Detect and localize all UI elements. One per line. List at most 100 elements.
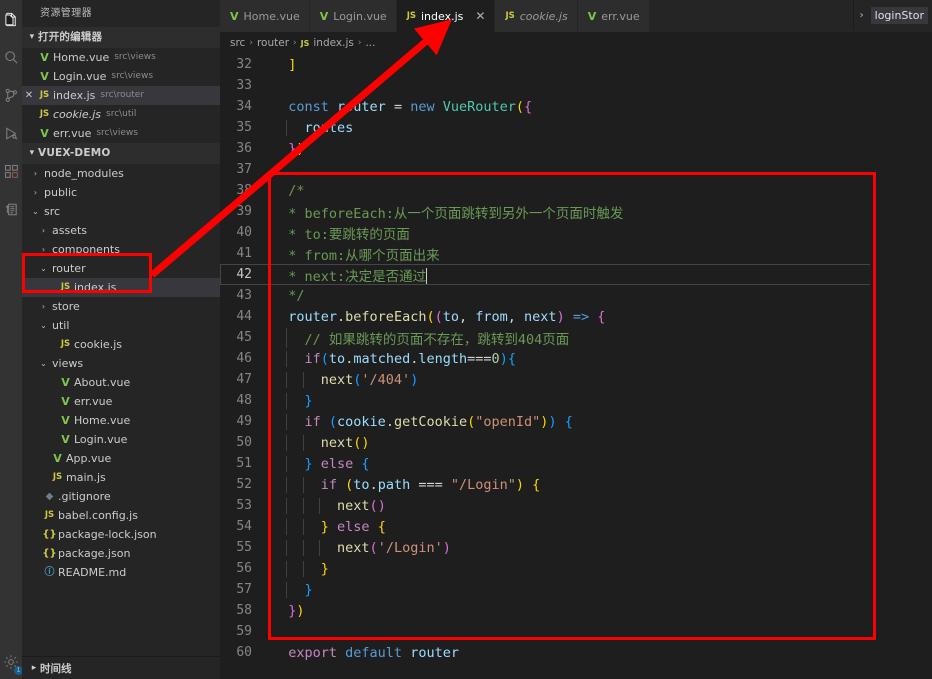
code-line-43[interactable]: 43 */ xyxy=(220,285,932,306)
code-line-45[interactable]: 45 // 如果跳转的页面不存在，跳转到404页面 xyxy=(220,327,932,348)
explorer-icon[interactable] xyxy=(0,0,22,38)
breadcrumb-item-0[interactable]: src xyxy=(230,37,245,49)
code-token: router xyxy=(410,644,459,661)
code-line-38[interactable]: 38 /* xyxy=(220,180,932,201)
tree-item-about-vue[interactable]: V About.vue xyxy=(22,373,220,392)
close-icon[interactable]: ✕ xyxy=(22,86,36,105)
code-line-49[interactable]: 49 if (cookie.getCookie("openId")) { xyxy=(220,411,932,432)
breadcrumb-item-3[interactable]: ... xyxy=(365,37,375,49)
code-line-42[interactable]: 42 * next:决定是否通过 xyxy=(220,264,932,285)
editor-scrollbar[interactable] xyxy=(918,54,932,679)
extensions-icon[interactable] xyxy=(0,152,22,190)
tab-cookie-js[interactable]: JS cookie.js xyxy=(495,0,578,32)
code-line-33[interactable]: 33 xyxy=(220,75,932,96)
code-line-text: } else { xyxy=(268,455,932,472)
tree-item-store[interactable]: › store xyxy=(22,297,220,316)
tree-item-home-vue[interactable]: V Home.vue xyxy=(22,411,220,430)
search-icon[interactable] xyxy=(0,38,22,76)
code-line-53[interactable]: 53 next() xyxy=(220,495,932,516)
tree-item-app-vue[interactable]: V App.vue xyxy=(22,449,220,468)
tree-item-package-lock-json[interactable]: {} package-lock.json xyxy=(22,525,220,544)
chevron-down-icon[interactable]: ⌄ xyxy=(38,354,49,373)
source-control-icon[interactable] xyxy=(0,76,22,114)
code-line-35[interactable]: 35 routes xyxy=(220,117,932,138)
code-line-48[interactable]: 48 } xyxy=(220,390,932,411)
tree-item-package-json[interactable]: {} package.json xyxy=(22,544,220,563)
tree-item-components[interactable]: › components xyxy=(22,240,220,259)
code-token: === xyxy=(467,350,492,367)
open-editors-header[interactable]: ▾ 打开的编辑器 xyxy=(22,27,220,48)
tab-login-vue[interactable]: V Login.vue xyxy=(309,0,397,32)
line-number: 44 xyxy=(236,309,252,324)
open-editor-item-index-js[interactable]: ✕ JS index.js src\router xyxy=(22,86,220,105)
code-line-51[interactable]: 51 } else { xyxy=(220,453,932,474)
code-line-41[interactable]: 41 * from:从哪个页面出来 xyxy=(220,243,932,264)
code-line-39[interactable]: 39 * beforeEach:从一个页面跳转到另外一个页面时触发 xyxy=(220,201,932,222)
breadcrumb-item-2[interactable]: index.js xyxy=(313,37,353,49)
code-line-57[interactable]: 57 } xyxy=(220,579,932,600)
tree-item-babel-config-js[interactable]: JS babel.config.js xyxy=(22,506,220,525)
code-line-52[interactable]: 52 if (to.path === "/Login") { xyxy=(220,474,932,495)
timeline-section[interactable]: ▸ 时间线 xyxy=(22,656,220,679)
tree-item-util[interactable]: ⌄ util xyxy=(22,316,220,335)
code-editor[interactable]: 32 ] 33 34 const router = new VueRouter({3… xyxy=(220,54,932,679)
chevron-right-icon[interactable]: › xyxy=(30,164,41,183)
remote-explorer-icon[interactable] xyxy=(0,190,22,228)
code-line-60[interactable]: 60 export default router xyxy=(220,642,932,663)
tree-item-public[interactable]: › public xyxy=(22,183,220,202)
tree-item-views[interactable]: ⌄ views xyxy=(22,354,220,373)
tab-index-js[interactable]: JS index.js ✕ xyxy=(396,0,496,32)
chevron-right-icon[interactable]: › xyxy=(30,183,41,202)
code-line-34[interactable]: 34 const router = new VueRouter({ xyxy=(220,96,932,117)
breadcrumb-separator: › xyxy=(293,38,297,48)
code-token: } xyxy=(272,140,297,157)
code-line-59[interactable]: 59 xyxy=(220,621,932,642)
tree-item-assets[interactable]: › assets xyxy=(22,221,220,240)
chevron-down-icon[interactable]: ⌄ xyxy=(38,316,49,335)
peek-panel[interactable]: › loginStor xyxy=(852,0,932,30)
tree-item--gitignore[interactable]: ◆ .gitignore xyxy=(22,487,220,506)
settings-gear-icon[interactable]: 1 xyxy=(0,651,23,675)
chevron-down-icon[interactable]: ⌄ xyxy=(38,259,49,278)
code-line-44[interactable]: 44 router.beforeEach((to, from, next) =>… xyxy=(220,306,932,327)
breadcrumb-item-1[interactable]: router xyxy=(257,37,289,49)
code-line-56[interactable]: 56 } xyxy=(220,558,932,579)
code-line-46[interactable]: 46 if(to.matched.length===0){ xyxy=(220,348,932,369)
code-line-32[interactable]: 32 ] xyxy=(220,54,932,75)
tree-item-src[interactable]: ⌄ src xyxy=(22,202,220,221)
tree-item-err-vue[interactable]: Verr.vue xyxy=(22,392,220,411)
chevron-right-icon[interactable]: › xyxy=(38,297,49,316)
chevron-right-icon[interactable]: › xyxy=(38,221,49,240)
open-editor-item-login-vue[interactable]: V Login.vue src\views xyxy=(22,67,220,86)
open-editor-item-cookie-js[interactable]: JS cookie.js src\util xyxy=(22,105,220,124)
indent-guide xyxy=(302,518,304,535)
code-line-36[interactable]: 36 }) xyxy=(220,138,932,159)
code-line-37[interactable]: 37 xyxy=(220,159,932,180)
code-line-47[interactable]: 47 next('/404') xyxy=(220,369,932,390)
breadcrumb[interactable]: src › router › JS index.js ›... xyxy=(220,32,932,54)
open-editor-item-err-vue[interactable]: Verr.vue src\views xyxy=(22,124,220,143)
code-line-55[interactable]: 55 next('/Login') xyxy=(220,537,932,558)
code-line-54[interactable]: 54 } else { xyxy=(220,516,932,537)
open-editor-name: cookie.js xyxy=(53,108,101,121)
code-line-58[interactable]: 58 }) xyxy=(220,600,932,621)
project-header[interactable]: ▾ VUEX-DEMO xyxy=(22,143,220,164)
tree-item-login-vue[interactable]: V Login.vue xyxy=(22,430,220,449)
tree-item-node_modules[interactable]: › node_modules xyxy=(22,164,220,183)
code-line-50[interactable]: 50 next() xyxy=(220,432,932,453)
tab-home-vue[interactable]: V Home.vue xyxy=(220,0,310,32)
run-debug-icon[interactable] xyxy=(0,114,22,152)
chevron-right-icon[interactable]: › xyxy=(38,240,49,259)
open-editor-item-home-vue[interactable]: V Home.vue src\views xyxy=(22,48,220,67)
tab-err-vue[interactable]: Verr.vue xyxy=(577,0,650,32)
js-file-icon: JS xyxy=(44,510,55,520)
code-token: * next:决定是否通过 xyxy=(272,268,427,285)
tree-item-cookie-js[interactable]: JS cookie.js xyxy=(22,335,220,354)
tree-item-main-js[interactable]: JS main.js xyxy=(22,468,220,487)
code-line-40[interactable]: 40 * to:要跳转的页面 xyxy=(220,222,932,243)
tree-item-router[interactable]: ⌄ router xyxy=(22,259,220,278)
chevron-down-icon[interactable]: ⌄ xyxy=(30,202,41,221)
tree-item-index-js[interactable]: JS index.js xyxy=(22,278,220,297)
tree-item-readme-md[interactable]: ⓘ README.md xyxy=(22,563,220,582)
close-icon[interactable]: ✕ xyxy=(475,10,485,22)
